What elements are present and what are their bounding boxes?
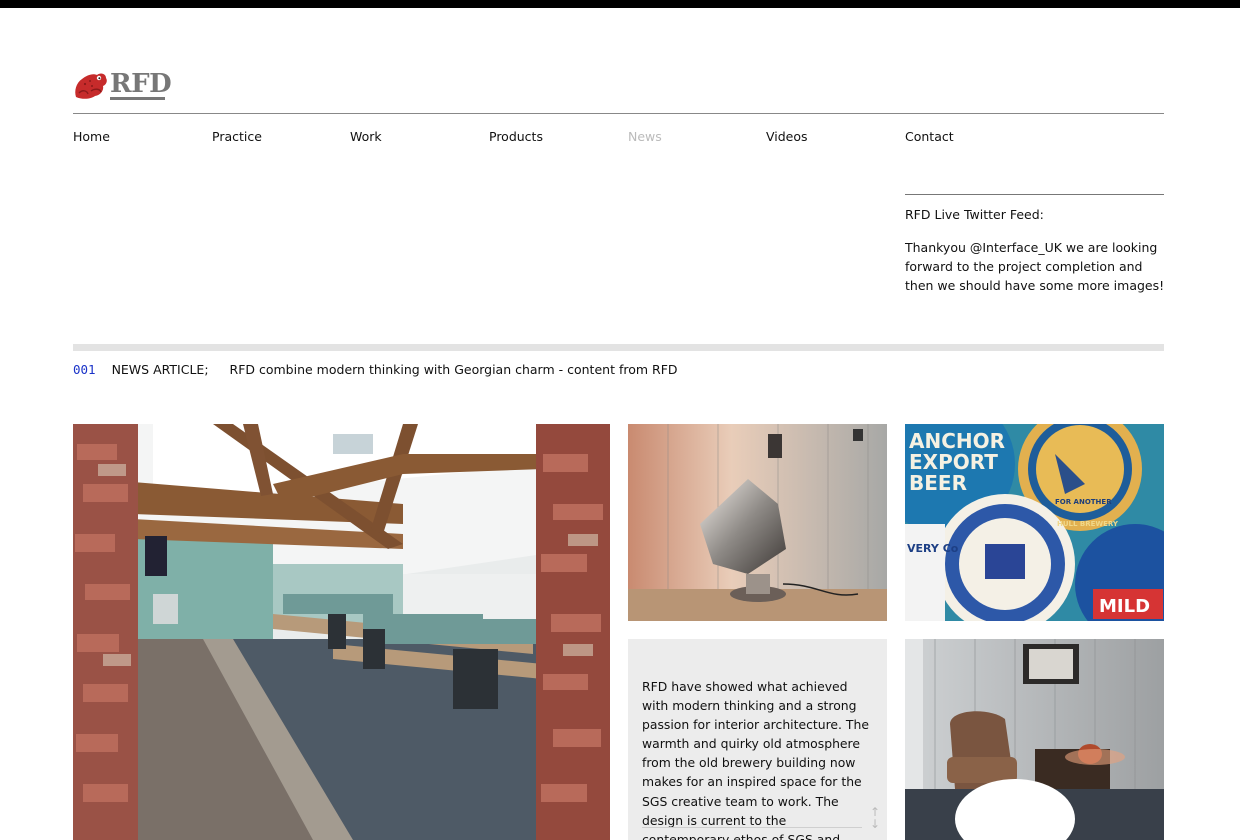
chrome-lamp-photo[interactable] (628, 424, 887, 621)
lounge-chair-photo[interactable] (905, 639, 1164, 840)
news-divider-bar (73, 344, 1164, 351)
office-interior-photo[interactable] (73, 424, 610, 840)
article-body-panel[interactable]: RFD have showed what achieved with moder… (628, 639, 887, 840)
panel-bottom-rule (642, 827, 862, 828)
svg-text:MILD: MILD (1099, 596, 1150, 617)
svg-text:FOR ANOTHER: FOR ANOTHER (1055, 498, 1112, 506)
article-body-text: RFD have showed what achieved with moder… (642, 679, 869, 840)
svg-text:HULL BREWERY: HULL BREWERY (1057, 520, 1119, 528)
article-number: 001 (73, 362, 96, 377)
nav-work[interactable]: Work (350, 128, 382, 146)
logo-underline (110, 97, 165, 100)
top-bar (0, 0, 1240, 8)
main-nav: Home Practice Work Products News Videos … (73, 128, 1164, 148)
frog-icon (75, 73, 107, 99)
svg-text:VERY Co: VERY Co (907, 542, 959, 555)
scroll-down-icon[interactable]: ↓ (868, 818, 882, 830)
nav-news[interactable]: News (628, 128, 662, 146)
twitter-divider (905, 194, 1164, 195)
tweet-text: Thankyou @Interface_UK we are looking fo… (905, 240, 1165, 293)
article-header: 001 NEWS ARTICLE; RFD combine modern thi… (73, 361, 678, 379)
nav-products[interactable]: Products (489, 128, 543, 146)
svg-text:BEER: BEER (909, 471, 967, 495)
office-interior-icon (73, 424, 610, 840)
rfd-logo[interactable]: RFD (73, 68, 172, 104)
scroll-control[interactable]: ↑ ↓ (868, 806, 882, 832)
nav-videos[interactable]: Videos (766, 128, 808, 146)
nav-home[interactable]: Home (73, 128, 110, 146)
lamp-icon (628, 424, 887, 621)
article-label: NEWS ARTICLE; (111, 362, 209, 377)
nav-divider (73, 113, 1164, 114)
beer-coasters-photo[interactable]: ANCHOR EXPORT BEER FOR ANOTHER HULL BREW… (905, 424, 1164, 621)
lounge-icon (905, 639, 1164, 840)
logo-text: RFD (110, 69, 172, 99)
nav-practice[interactable]: Practice (212, 128, 262, 146)
twitter-feed-title: RFD Live Twitter Feed: (905, 207, 1044, 222)
article-title[interactable]: RFD combine modern thinking with Georgia… (230, 362, 678, 377)
coasters-icon: ANCHOR EXPORT BEER FOR ANOTHER HULL BREW… (905, 424, 1164, 621)
nav-contact[interactable]: Contact (905, 128, 954, 146)
